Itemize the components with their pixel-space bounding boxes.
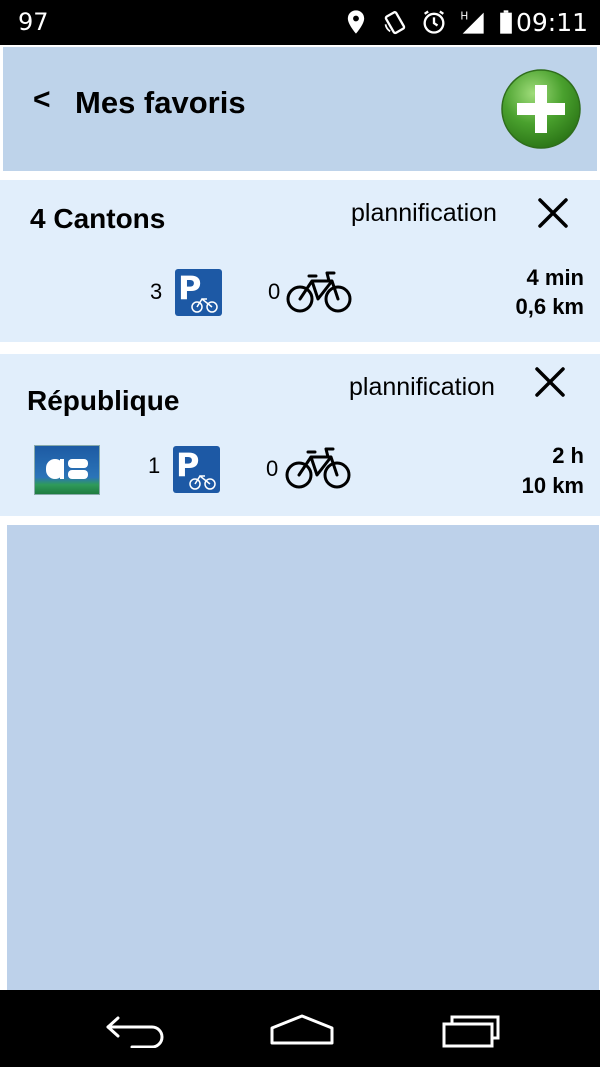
bike-parking-icon: P xyxy=(173,446,220,493)
empty-list-area xyxy=(7,525,599,990)
bike-parking-icon: P xyxy=(175,269,222,316)
status-number: 97 xyxy=(18,8,49,36)
parking-count: 3 xyxy=(150,279,163,304)
status-bar: 97 H 09:11 xyxy=(0,0,600,45)
home-nav-button[interactable] xyxy=(267,1010,337,1048)
travel-duration: 2 h xyxy=(552,443,584,468)
travel-distance: 0,6 km xyxy=(515,294,585,319)
back-button[interactable]: < xyxy=(33,83,51,117)
system-nav-bar xyxy=(0,990,600,1067)
recent-apps-icon xyxy=(442,1015,500,1048)
close-icon xyxy=(538,198,568,228)
clock: 09:11 xyxy=(515,8,588,37)
rotate-icon xyxy=(384,11,406,35)
remove-favorite-button[interactable] xyxy=(537,197,569,229)
recent-apps-nav-button[interactable] xyxy=(436,1010,506,1048)
remove-favorite-button[interactable] xyxy=(534,366,566,398)
back-icon xyxy=(106,1016,164,1048)
svg-text:P: P xyxy=(178,269,201,307)
location-icon xyxy=(347,10,365,34)
favorite-card[interactable]: 4 Cantons plannification 3 P 0 4 min 0,6… xyxy=(0,180,600,342)
plan-link[interactable]: plannification xyxy=(351,199,497,228)
station-name: 4 Cantons xyxy=(30,203,166,234)
bike-count: 0 xyxy=(266,456,279,481)
bicycle-icon xyxy=(286,271,352,313)
parking-count: 1 xyxy=(148,453,161,478)
cb-card-icon xyxy=(34,445,100,495)
add-favorite-button[interactable] xyxy=(500,67,582,151)
home-icon xyxy=(270,1014,334,1045)
travel-distance: 10 km xyxy=(521,473,584,498)
svg-text:P: P xyxy=(176,446,199,484)
plan-link[interactable]: plannification xyxy=(349,373,495,402)
bicycle-icon xyxy=(285,447,351,489)
back-nav-button[interactable] xyxy=(102,1010,172,1048)
bike-count: 0 xyxy=(268,279,281,304)
close-icon xyxy=(535,367,565,397)
alarm-icon xyxy=(423,10,445,34)
favorite-card[interactable]: République plannification 1 P 0 2 h 10 k… xyxy=(0,354,600,516)
signal-icon: H xyxy=(460,11,484,34)
station-name: République xyxy=(27,385,180,416)
app-header: < Mes favoris xyxy=(3,47,597,171)
travel-duration: 4 min xyxy=(526,265,584,290)
svg-text:H: H xyxy=(460,11,468,23)
page-title: Mes favoris xyxy=(75,85,246,120)
